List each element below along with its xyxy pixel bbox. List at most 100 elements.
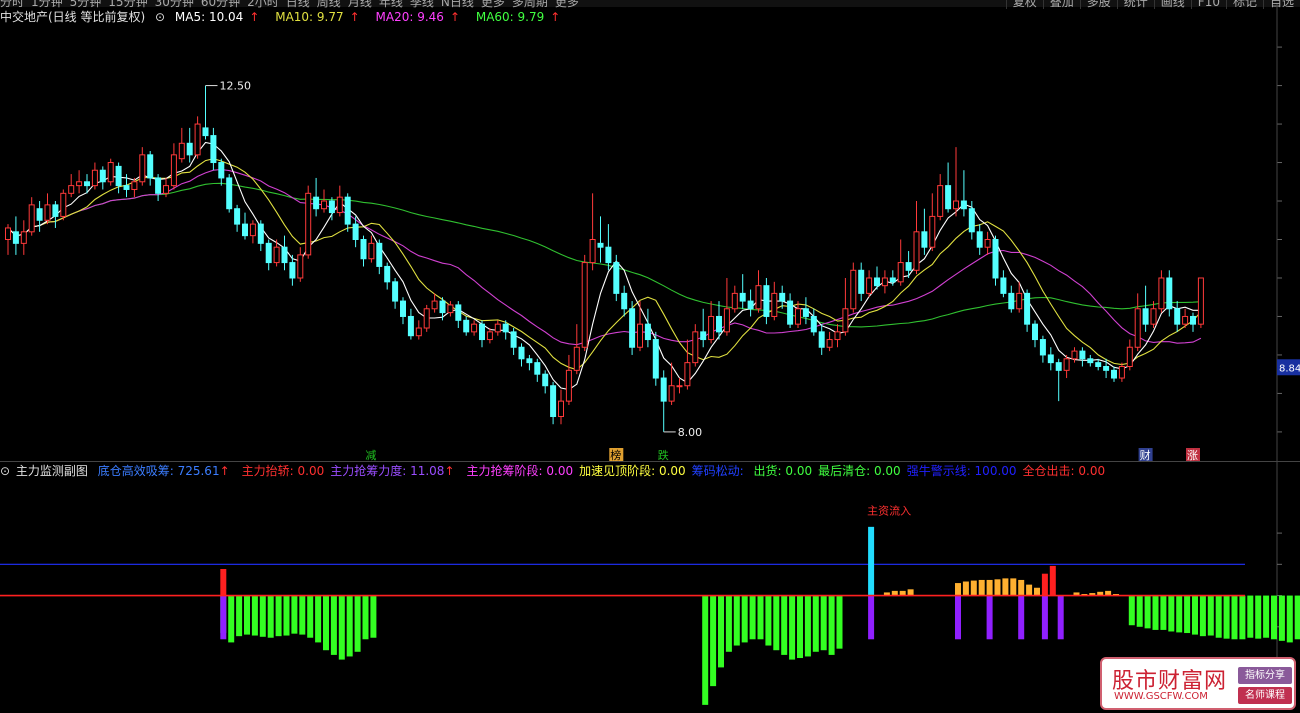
candle-body (676, 385, 683, 388)
candle-body (739, 292, 746, 302)
indicator-bar (789, 595, 796, 660)
candle-body (1071, 350, 1078, 360)
collapse-icon[interactable]: ⊙ (155, 10, 165, 24)
candle-body (28, 204, 35, 233)
indicator-bar (220, 595, 227, 640)
indicator-bar (907, 589, 914, 596)
indicator-bar (1215, 595, 1222, 638)
candle-body (123, 185, 130, 190)
candle-body (787, 300, 794, 325)
candle-body (68, 185, 75, 194)
indicator-bar (1026, 584, 1033, 596)
indicator-legend-item: 强牛警示线: 100.00 (906, 464, 1017, 478)
indicator-bar (323, 595, 329, 651)
ma60-value: MA60: 9.79 (475, 10, 545, 24)
indicator-bar (828, 595, 835, 655)
indicator-bar (1002, 578, 1009, 596)
candle-body (265, 242, 272, 264)
indicator-bar (804, 595, 811, 657)
indicator-bar (1176, 595, 1183, 633)
panel-divider[interactable] (0, 461, 1300, 462)
indicator-bar (718, 595, 724, 668)
ma10-arrow-icon: ↑ (349, 10, 360, 24)
indicator-bar (307, 595, 314, 638)
candle-body (1126, 346, 1133, 367)
indicator-bar (1057, 595, 1064, 640)
indicator-bar (1223, 595, 1230, 639)
candle-body (573, 346, 580, 371)
indicator-bar (1192, 595, 1198, 635)
candle-body (708, 315, 715, 341)
indicator-bar (836, 595, 843, 649)
candle-body (1095, 362, 1102, 367)
candle-body (321, 200, 327, 210)
candle-body (755, 285, 762, 310)
candle-body (542, 373, 549, 387)
candle-body (99, 169, 106, 183)
candle-body (526, 358, 533, 364)
indicator-bar (1294, 595, 1300, 640)
indicator-bar (338, 595, 345, 660)
indicator-title[interactable]: 主力监测副图 (16, 464, 88, 478)
indicator-bar (797, 595, 803, 659)
high-price-label: 12.50 (220, 80, 252, 93)
indicator-legend-item: 全仓出击: 0.00 (1022, 464, 1106, 478)
candle-body (684, 362, 691, 387)
candle-body (802, 308, 809, 317)
indicator-bar (354, 595, 361, 652)
candle-body (1118, 365, 1125, 379)
stock-title[interactable]: 中交地产(日线 等比前复权) (0, 10, 145, 24)
indicator-bar (1231, 595, 1238, 640)
candle-body (771, 292, 778, 317)
up-arrow-icon: ↑ (219, 464, 230, 478)
indicator-bar (757, 595, 764, 640)
candle-body (376, 242, 383, 267)
indicator-bar (1160, 595, 1167, 630)
candle-body (1055, 362, 1062, 371)
ma-line-ma20 (7, 168, 1202, 346)
indicator-bar (868, 526, 875, 596)
candle-body (565, 369, 572, 402)
indicator-bar (267, 595, 274, 638)
candle-body (597, 242, 604, 248)
price-legend: 中交地产(日线 等比前复权) ⊙ MA5: 10.04 ↑ MA10: 9.77 ↑… (0, 9, 572, 25)
candle-body (905, 262, 912, 271)
indicator-bar (994, 579, 1001, 596)
indicator-bar (773, 595, 780, 651)
indicator-bar (986, 595, 993, 640)
candle-body (850, 269, 857, 310)
indicator-bar (220, 569, 227, 596)
candle-body (305, 192, 312, 256)
candle-body (20, 231, 27, 244)
indicator-bar (1018, 595, 1025, 640)
indicator-bar (251, 595, 258, 636)
ma10-label: MA10: 9.77 ↑ (275, 10, 365, 24)
indicator-bar (1184, 595, 1191, 634)
indicator-legend-item: 主力抢筹阶段: 0.00 (466, 464, 574, 478)
candle-body (795, 308, 801, 325)
candle-body (1182, 315, 1189, 325)
candle-body (1142, 308, 1149, 325)
indicator-legend-item: 主力抬轿: 0.00 (241, 464, 325, 478)
candle-body (226, 177, 233, 210)
indicator-bar (291, 595, 298, 634)
ma20-arrow-icon: ↑ (449, 10, 461, 24)
indicator-bar (1271, 595, 1277, 640)
candle-body (257, 223, 264, 244)
indicator-bar (820, 595, 827, 651)
candle-body (407, 315, 414, 337)
candle-body (747, 300, 754, 310)
candle-body (866, 277, 873, 294)
candle-body (463, 319, 470, 333)
indicator-bar (1018, 579, 1025, 596)
candle-body (84, 181, 90, 187)
candle-body (431, 300, 438, 310)
candle-body (1150, 308, 1157, 325)
indicator-bar (1049, 565, 1056, 596)
candle-body (36, 208, 43, 221)
indicator-bar (228, 595, 235, 643)
indicator-bar (733, 595, 740, 646)
candle-body (479, 323, 485, 341)
collapse-icon[interactable]: ⊙ (0, 464, 10, 478)
candle-body (510, 331, 517, 348)
